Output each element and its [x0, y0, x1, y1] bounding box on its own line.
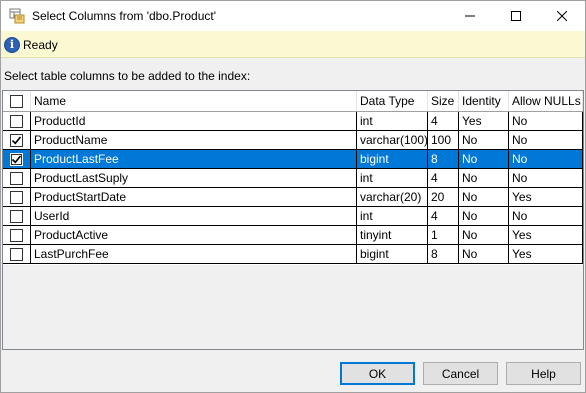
cell-data-type: int	[357, 112, 428, 130]
checkmark-icon	[11, 135, 22, 144]
cell-name: ProductActive	[31, 226, 357, 244]
cell-identity: Yes	[459, 112, 509, 130]
row-checkbox-cell[interactable]	[3, 226, 31, 244]
cell-size: 1	[428, 226, 459, 244]
table-row[interactable]: ProductActive tinyint 1 No Yes	[3, 226, 583, 245]
cell-allow-nulls: No	[509, 150, 583, 168]
cell-identity: No	[459, 188, 509, 206]
cell-data-type: bigint	[357, 150, 428, 168]
cell-identity: No	[459, 150, 509, 168]
row-checkbox-cell[interactable]	[3, 169, 31, 187]
cell-size: 20	[428, 188, 459, 206]
cell-data-type: int	[357, 207, 428, 225]
status-bar: i Ready	[1, 31, 585, 58]
title-bar[interactable]: Select Columns from 'dbo.Product'	[1, 1, 585, 31]
help-button[interactable]: Help	[506, 362, 581, 385]
table-row[interactable]: ProductId int 4 Yes No	[3, 112, 583, 131]
row-checkbox-cell[interactable]	[3, 131, 31, 149]
header-allow-nulls[interactable]: Allow NULLs	[509, 91, 583, 111]
cell-size: 100	[428, 131, 459, 149]
row-checkbox[interactable]	[10, 152, 23, 166]
table-columns-icon	[9, 8, 25, 24]
cell-allow-nulls: No	[509, 112, 583, 130]
grid-empty-area	[3, 265, 583, 349]
row-checkbox-cell[interactable]	[3, 207, 31, 225]
row-checkbox[interactable]	[10, 209, 23, 223]
cell-allow-nulls: Yes	[509, 188, 583, 206]
header-data-type[interactable]: Data Type	[357, 91, 428, 111]
row-checkbox[interactable]	[10, 228, 23, 242]
minimize-icon	[465, 15, 475, 17]
header-size[interactable]: Size	[428, 91, 459, 111]
row-checkbox-cell[interactable]	[3, 112, 31, 130]
cell-data-type: varchar(100)	[357, 131, 428, 149]
cell-name: ProductName	[31, 131, 357, 149]
header-identity[interactable]: Identity	[459, 91, 509, 111]
cell-name: UserId	[31, 207, 357, 225]
row-checkbox[interactable]	[10, 133, 23, 147]
cell-name: LastPurchFee	[31, 245, 357, 263]
close-icon	[557, 11, 567, 21]
ok-button[interactable]: OK	[340, 362, 415, 385]
row-checkbox-cell[interactable]	[3, 188, 31, 206]
cell-data-type: int	[357, 169, 428, 187]
close-button[interactable]	[539, 1, 585, 31]
cell-identity: No	[459, 131, 509, 149]
columns-grid[interactable]: Name Data Type Size Identity Allow NULLs…	[2, 90, 584, 350]
select-columns-dialog: Select Columns from 'dbo.Product' i Read…	[0, 0, 586, 393]
row-checkbox[interactable]	[10, 171, 23, 185]
cancel-button[interactable]: Cancel	[423, 362, 498, 385]
minimize-button[interactable]	[447, 1, 493, 31]
table-row[interactable]: ProductStartDate varchar(20) 20 No Yes	[3, 188, 583, 207]
header-name[interactable]: Name	[31, 91, 357, 111]
cell-identity: No	[459, 207, 509, 225]
cell-data-type: tinyint	[357, 226, 428, 244]
cell-allow-nulls: No	[509, 131, 583, 149]
table-row[interactable]: LastPurchFee bigint 8 No Yes	[3, 245, 583, 264]
row-checkbox-cell[interactable]	[3, 245, 31, 263]
row-checkbox[interactable]	[10, 190, 23, 204]
cell-data-type: varchar(20)	[357, 188, 428, 206]
cell-size: 4	[428, 112, 459, 130]
row-checkbox-cell[interactable]	[3, 150, 31, 168]
cell-name: ProductLastFee	[31, 150, 357, 168]
cell-data-type: bigint	[357, 245, 428, 263]
select-all-cell[interactable]	[3, 91, 31, 111]
info-icon: i	[4, 37, 20, 53]
window-title: Select Columns from 'dbo.Product'	[32, 9, 216, 23]
cell-name: ProductId	[31, 112, 357, 130]
status-text: Ready	[23, 38, 58, 52]
table-row[interactable]: UserId int 4 No No	[3, 207, 583, 226]
cell-name: ProductStartDate	[31, 188, 357, 206]
cell-size: 4	[428, 207, 459, 225]
select-all-checkbox[interactable]	[10, 94, 23, 108]
table-row[interactable]: ProductLastSuply int 4 No No	[3, 169, 583, 188]
table-row[interactable]: ProductName varchar(100) 100 No No	[3, 131, 583, 150]
cell-name: ProductLastSuply	[31, 169, 357, 187]
cell-size: 8	[428, 245, 459, 263]
maximize-icon	[511, 11, 521, 21]
cell-identity: No	[459, 245, 509, 263]
cell-size: 4	[428, 169, 459, 187]
cell-size: 8	[428, 150, 459, 168]
cell-identity: No	[459, 169, 509, 187]
maximize-button[interactable]	[493, 1, 539, 31]
grid-header: Name Data Type Size Identity Allow NULLs	[3, 91, 583, 112]
instruction-label: Select table columns to be added to the …	[4, 69, 251, 83]
row-checkbox[interactable]	[10, 247, 23, 261]
cell-identity: No	[459, 226, 509, 244]
cell-allow-nulls: No	[509, 207, 583, 225]
cell-allow-nulls: Yes	[509, 226, 583, 244]
cell-allow-nulls: No	[509, 169, 583, 187]
cell-allow-nulls: Yes	[509, 245, 583, 263]
table-row[interactable]: ProductLastFee bigint 8 No No	[3, 150, 583, 169]
checkmark-icon	[11, 154, 22, 163]
row-checkbox[interactable]	[10, 114, 23, 128]
